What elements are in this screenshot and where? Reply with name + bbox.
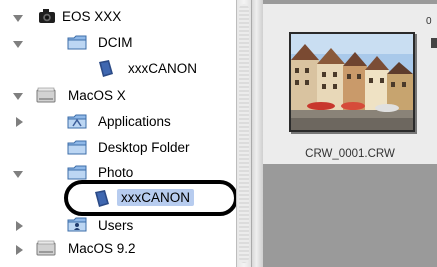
tree-item-eos-xxx[interactable]: EOS XXX xyxy=(62,9,121,24)
scrollbar-thumb[interactable] xyxy=(239,4,249,263)
users-folder-icon xyxy=(66,215,88,238)
thumbnail-index: 0 xyxy=(426,16,432,27)
thumbnail-filename: CRW_0001.CRW xyxy=(305,148,395,160)
tree-item-users[interactable]: Users xyxy=(98,218,133,233)
canon-folder-icon xyxy=(96,59,116,84)
tree-item-applications[interactable]: Applications xyxy=(98,114,171,129)
camera-icon xyxy=(38,8,56,29)
disclosure-triangle-collapsed-icon[interactable] xyxy=(16,117,23,127)
tree-item-xxxcanon[interactable]: xxxCANON xyxy=(128,61,197,76)
disclosure-triangle-expanded-icon[interactable] xyxy=(13,41,23,48)
tree-scrollbar[interactable] xyxy=(236,0,252,267)
folder-tree: EOS XXX DCIM xxxCANON MacOS X Applicatio… xyxy=(0,0,238,267)
disclosure-triangle-expanded-icon[interactable] xyxy=(13,15,23,22)
tree-item-macos-9-2[interactable]: MacOS 9.2 xyxy=(68,241,136,256)
disclosure-triangle-expanded-icon[interactable] xyxy=(13,171,23,178)
tree-item-macos-x[interactable]: MacOS X xyxy=(68,88,126,103)
thumbnail-image[interactable] xyxy=(289,32,415,132)
folder-icon xyxy=(66,138,88,161)
disclosure-triangle-expanded-icon[interactable] xyxy=(13,93,23,100)
thumbnail-cell[interactable]: 0 CRW_0001.CRW xyxy=(263,4,437,164)
folder-icon xyxy=(66,33,88,56)
tree-item-desktop-folder[interactable]: Desktop Folder xyxy=(98,140,190,155)
disclosure-triangle-collapsed-icon[interactable] xyxy=(16,221,23,231)
tree-item-dcim[interactable]: DCIM xyxy=(98,35,133,50)
thumbnail-pane: 0 CRW_0001.CRW xyxy=(263,0,437,267)
highlight-ring xyxy=(64,180,238,216)
hard-drive-icon xyxy=(36,239,56,262)
hard-drive-icon xyxy=(36,86,56,109)
disclosure-triangle-collapsed-icon[interactable] xyxy=(16,245,23,255)
browser-window: EOS XXX DCIM xxxCANON MacOS X Applicatio… xyxy=(0,0,437,267)
cell-edge-marker xyxy=(431,38,437,48)
tree-item-photo[interactable]: Photo xyxy=(98,165,133,180)
applications-folder-icon xyxy=(66,112,88,135)
